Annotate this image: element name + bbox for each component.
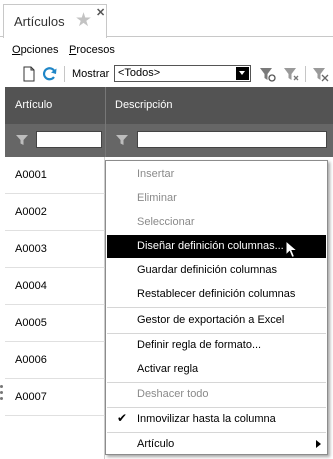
menu-item-articulo-submenu[interactable]: Artículo	[107, 433, 326, 456]
splitter-handle[interactable]	[0, 385, 4, 405]
new-document-icon[interactable]	[20, 65, 38, 83]
filter-row	[5, 124, 333, 157]
cell-articulo: A0006	[15, 354, 47, 366]
table-row[interactable]: A0005	[5, 305, 105, 342]
menu-item-restablecer-definicion-columnas[interactable]: Restablecer definición columnas	[107, 283, 326, 306]
menu-item-seleccionar[interactable]: Seleccionar	[107, 211, 326, 234]
menu-item-label: Eliminar	[137, 192, 177, 204]
filter-settings-icon[interactable]	[258, 65, 276, 83]
mostrar-select-value: <Todos>	[118, 67, 161, 79]
menu-item-label: Definir regla de formato...	[137, 339, 262, 351]
menu-item-label: Diseñar definición columnas...	[137, 240, 284, 252]
table-row[interactable]: A0007	[5, 379, 105, 416]
chevron-down-icon[interactable]	[236, 67, 249, 80]
table-row[interactable]: A0006	[5, 342, 105, 379]
column-divider[interactable]	[105, 87, 106, 157]
context-menu: Insertar Eliminar Seleccionar Diseñar de…	[105, 160, 328, 455]
menu-separator	[107, 307, 326, 308]
star-icon[interactable]: ★	[75, 11, 92, 30]
menu-item-guardar-definicion-columnas[interactable]: Guardar definición columnas	[107, 259, 326, 282]
menu-item-label: Guardar definición columnas	[137, 264, 278, 276]
checkmark-icon: ✔	[117, 411, 128, 425]
mostrar-select[interactable]: <Todos>	[114, 65, 251, 82]
menu-item-definir-regla-formato[interactable]: Definir regla de formato...	[107, 334, 326, 357]
toolbar-separator	[305, 66, 306, 82]
menu-item-inmovilizar-hasta-columna[interactable]: ✔ Inmovilizar hasta la columna	[107, 408, 326, 431]
submenu-arrow-icon	[316, 440, 321, 448]
cell-articulo: A0007	[15, 391, 47, 403]
cell-articulo: A0002	[15, 206, 47, 218]
menu-item-label: Artículo	[137, 438, 175, 450]
menu-item-label: Gestor de exportación a Excel	[137, 314, 285, 326]
filter-input-descripcion[interactable]	[137, 131, 327, 148]
tab-articulos[interactable]: Artículos ★ ✕	[3, 4, 107, 38]
table-row[interactable]: A0002	[5, 194, 105, 231]
cell-articulo: A0003	[15, 243, 47, 255]
menu-item-eliminar[interactable]: Eliminar	[107, 187, 326, 210]
menu-procesos[interactable]: Procesos	[69, 44, 115, 56]
toolbar-separator	[64, 66, 65, 82]
menu-item-label: Activar regla	[137, 363, 199, 375]
close-icon[interactable]: ✕	[96, 8, 105, 19]
cell-articulo: A0005	[15, 317, 47, 329]
table-row-empty	[5, 416, 105, 459]
grid-header: Artículo Descripción	[5, 87, 333, 124]
menu-bar: Opciones Procesos	[0, 38, 333, 62]
filter-icon[interactable]	[115, 133, 129, 147]
filter-clear-icon[interactable]	[282, 65, 300, 83]
menu-item-label: Seleccionar	[137, 216, 195, 228]
filter-icon[interactable]	[15, 133, 29, 147]
filter-remove-icon[interactable]	[311, 65, 329, 83]
menu-item-label: Insertar	[137, 168, 175, 180]
table-row[interactable]: A0004	[5, 268, 105, 305]
toolbar: Mostrar <Todos>	[0, 62, 333, 86]
menu-item-deshacer-todo[interactable]: Deshacer todo	[107, 383, 326, 406]
table-row[interactable]: A0003	[5, 231, 105, 268]
menu-item-gestor-exportacion-excel[interactable]: Gestor de exportación a Excel	[107, 309, 326, 332]
cell-articulo: A0004	[15, 280, 47, 292]
menu-item-label: Inmovilizar hasta la columna	[137, 413, 276, 425]
tab-strip: Artículos ★ ✕	[0, 0, 333, 38]
column-header-articulo[interactable]: Artículo	[15, 99, 52, 111]
filter-input-articulo[interactable]	[36, 131, 102, 148]
menu-opciones[interactable]: Opciones	[12, 44, 58, 56]
menu-item-insertar[interactable]: Insertar	[107, 163, 326, 186]
refresh-icon[interactable]	[41, 65, 59, 83]
table-row[interactable]: A0001	[5, 157, 105, 194]
mouse-cursor-icon	[285, 240, 299, 259]
menu-item-label: Deshacer todo	[137, 388, 209, 400]
menu-item-label: Restablecer definición columnas	[137, 288, 296, 300]
column-header-descripcion[interactable]: Descripción	[115, 99, 172, 111]
menu-item-activar-regla[interactable]: Activar regla	[107, 358, 326, 381]
cell-articulo: A0001	[15, 169, 47, 181]
mostrar-label: Mostrar	[72, 68, 110, 80]
tab-title: Artículos	[14, 14, 65, 29]
